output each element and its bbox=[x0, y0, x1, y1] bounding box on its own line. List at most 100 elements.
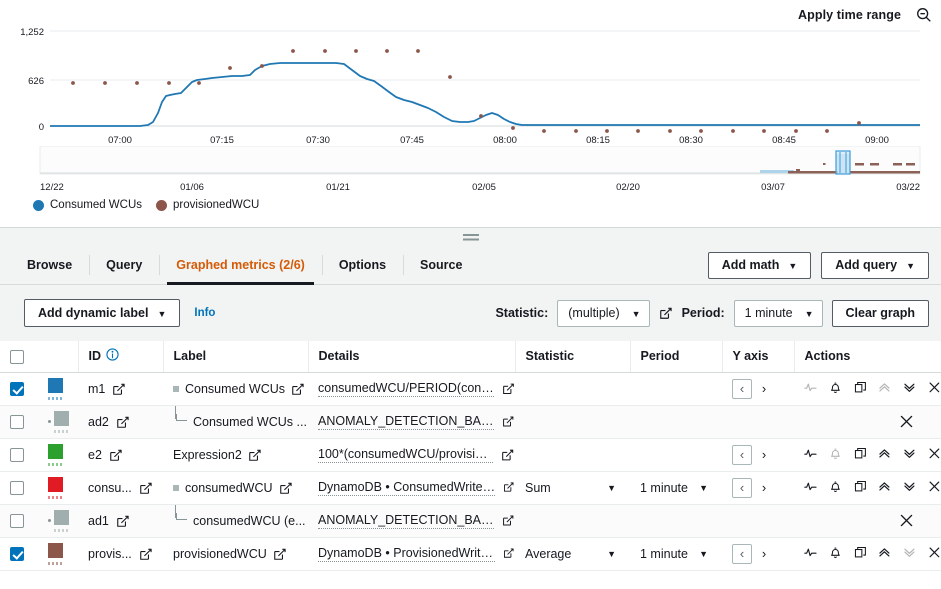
row-details-text[interactable]: ANOMALY_DETECTION_BAND(... bbox=[318, 414, 494, 430]
chart-plot-area[interactable]: 1,252 626 0 bbox=[0, 18, 941, 138]
remove-icon[interactable] bbox=[928, 480, 941, 495]
edit-icon[interactable] bbox=[502, 382, 515, 396]
edit-icon[interactable] bbox=[248, 448, 262, 462]
row-checkbox[interactable] bbox=[10, 514, 24, 528]
y-axis-right-button[interactable]: › bbox=[754, 478, 774, 498]
alarm-bell-icon[interactable] bbox=[829, 480, 842, 495]
remove-icon[interactable] bbox=[928, 381, 941, 396]
row-details-text[interactable]: 100*(consumedWCU/provision... bbox=[318, 447, 493, 463]
chevron-down-icon[interactable]: ▼ bbox=[699, 549, 708, 559]
select-all-checkbox[interactable] bbox=[10, 350, 24, 364]
graph-line-icon[interactable] bbox=[804, 447, 817, 462]
edit-icon[interactable] bbox=[112, 382, 126, 396]
y-axis-left-button[interactable]: ‹ bbox=[732, 478, 752, 498]
move-up-icon[interactable] bbox=[878, 480, 891, 495]
edit-icon[interactable] bbox=[273, 547, 287, 561]
table-row[interactable]: ad1consumedWCU (e...ANOMALY_DETECTION_BA… bbox=[0, 504, 941, 537]
move-up-icon[interactable] bbox=[878, 381, 891, 396]
tab-source[interactable]: Source bbox=[403, 246, 479, 284]
row-period-cell[interactable]: 1 minute▼ bbox=[630, 537, 722, 570]
edit-icon[interactable] bbox=[139, 547, 153, 561]
panel-splitter[interactable] bbox=[0, 228, 941, 246]
move-down-icon[interactable] bbox=[903, 447, 916, 462]
row-checkbox[interactable] bbox=[10, 382, 24, 396]
row-details-text[interactable]: consumedWCU/PERIOD(consu... bbox=[318, 381, 494, 397]
move-up-icon[interactable] bbox=[878, 447, 891, 462]
alarm-bell-icon[interactable] bbox=[829, 546, 842, 561]
alarm-bell-icon[interactable] bbox=[829, 447, 842, 462]
legend-item-provisioned-wcu[interactable]: provisionedWCU bbox=[156, 199, 259, 211]
info-link[interactable]: Info bbox=[194, 307, 215, 319]
tab-graphed-metrics[interactable]: Graphed metrics (2/6) bbox=[159, 246, 322, 284]
graph-line-icon[interactable] bbox=[804, 480, 817, 495]
y-axis-right-button[interactable]: › bbox=[754, 379, 774, 399]
color-swatch[interactable] bbox=[48, 444, 63, 466]
chevron-down-icon[interactable]: ▼ bbox=[607, 549, 616, 559]
color-swatch[interactable] bbox=[48, 543, 63, 565]
y-axis-right-button[interactable]: › bbox=[754, 544, 774, 564]
chevron-down-icon[interactable]: ▼ bbox=[699, 483, 708, 493]
chevron-down-icon[interactable]: ▼ bbox=[607, 483, 616, 493]
remove-icon[interactable] bbox=[928, 447, 941, 462]
row-checkbox[interactable] bbox=[10, 415, 24, 429]
edit-icon[interactable] bbox=[501, 448, 515, 462]
y-axis-left-button[interactable]: ‹ bbox=[732, 379, 752, 399]
tab-query[interactable]: Query bbox=[89, 246, 159, 284]
legend-item-consumed-wcus[interactable]: Consumed WCUs bbox=[33, 199, 142, 211]
y-axis-left-button[interactable]: ‹ bbox=[732, 544, 752, 564]
time-range-navigator[interactable] bbox=[0, 146, 941, 178]
move-up-icon[interactable] bbox=[878, 546, 891, 561]
edit-icon[interactable] bbox=[659, 306, 673, 320]
edit-icon[interactable] bbox=[109, 448, 123, 462]
row-details-text[interactable]: DynamoDB • ProvisionedWriteCapacit bbox=[318, 546, 495, 562]
table-row[interactable]: e2Expression2100*(consumedWCU/provision.… bbox=[0, 438, 941, 471]
duplicate-icon[interactable] bbox=[854, 480, 867, 495]
color-swatch[interactable] bbox=[48, 477, 63, 499]
color-swatch[interactable] bbox=[54, 510, 69, 532]
edit-icon[interactable] bbox=[503, 547, 515, 561]
tab-options[interactable]: Options bbox=[322, 246, 403, 284]
row-details-text[interactable]: ANOMALY_DETECTION_BAND(... bbox=[318, 513, 494, 529]
remove-icon[interactable] bbox=[928, 546, 941, 561]
alarm-bell-icon[interactable] bbox=[829, 381, 842, 396]
row-details-text[interactable]: DynamoDB • ConsumedWriteCapacity bbox=[318, 480, 495, 496]
color-swatch[interactable] bbox=[48, 378, 63, 400]
move-down-icon[interactable] bbox=[903, 546, 916, 561]
row-statistic-cell[interactable]: Sum▼ bbox=[515, 471, 630, 504]
add-dynamic-label-button[interactable]: Add dynamic label ▼ bbox=[24, 299, 180, 327]
add-query-button[interactable]: Add query ▼ bbox=[821, 252, 929, 279]
row-checkbox[interactable] bbox=[10, 448, 24, 462]
graph-line-icon[interactable] bbox=[804, 381, 817, 396]
row-checkbox[interactable] bbox=[10, 481, 24, 495]
info-circle-icon[interactable] bbox=[106, 348, 119, 364]
graph-line-icon[interactable] bbox=[804, 546, 817, 561]
period-select[interactable]: 1 minute ▼ bbox=[734, 300, 823, 327]
edit-icon[interactable] bbox=[503, 481, 515, 495]
drag-handle-icon[interactable] bbox=[463, 234, 479, 241]
color-swatch[interactable] bbox=[54, 411, 69, 433]
row-period-cell[interactable]: 1 minute▼ bbox=[630, 471, 722, 504]
table-row[interactable]: m1Consumed WCUsconsumedWCU/PERIOD(consu.… bbox=[0, 372, 941, 405]
y-axis-left-button[interactable]: ‹ bbox=[732, 445, 752, 465]
edit-icon[interactable] bbox=[502, 514, 515, 528]
edit-icon[interactable] bbox=[291, 382, 305, 396]
duplicate-icon[interactable] bbox=[854, 546, 867, 561]
edit-icon[interactable] bbox=[502, 415, 515, 429]
remove-icon[interactable] bbox=[899, 513, 914, 528]
row-statistic-cell[interactable]: Average▼ bbox=[515, 537, 630, 570]
edit-icon[interactable] bbox=[139, 481, 153, 495]
edit-icon[interactable] bbox=[116, 415, 130, 429]
edit-icon[interactable] bbox=[116, 514, 130, 528]
table-row[interactable]: provis...provisionedWCUDynamoDB • Provis… bbox=[0, 537, 941, 570]
y-axis-right-button[interactable]: › bbox=[754, 445, 774, 465]
move-down-icon[interactable] bbox=[903, 381, 916, 396]
edit-icon[interactable] bbox=[279, 481, 293, 495]
add-math-button[interactable]: Add math ▼ bbox=[708, 252, 812, 279]
clear-graph-button[interactable]: Clear graph bbox=[832, 300, 929, 327]
duplicate-icon[interactable] bbox=[854, 381, 867, 396]
table-row[interactable]: consu...consumedWCUDynamoDB • ConsumedWr… bbox=[0, 471, 941, 504]
duplicate-icon[interactable] bbox=[854, 447, 867, 462]
remove-icon[interactable] bbox=[899, 414, 914, 429]
navigator-svg[interactable] bbox=[0, 146, 941, 178]
move-down-icon[interactable] bbox=[903, 480, 916, 495]
